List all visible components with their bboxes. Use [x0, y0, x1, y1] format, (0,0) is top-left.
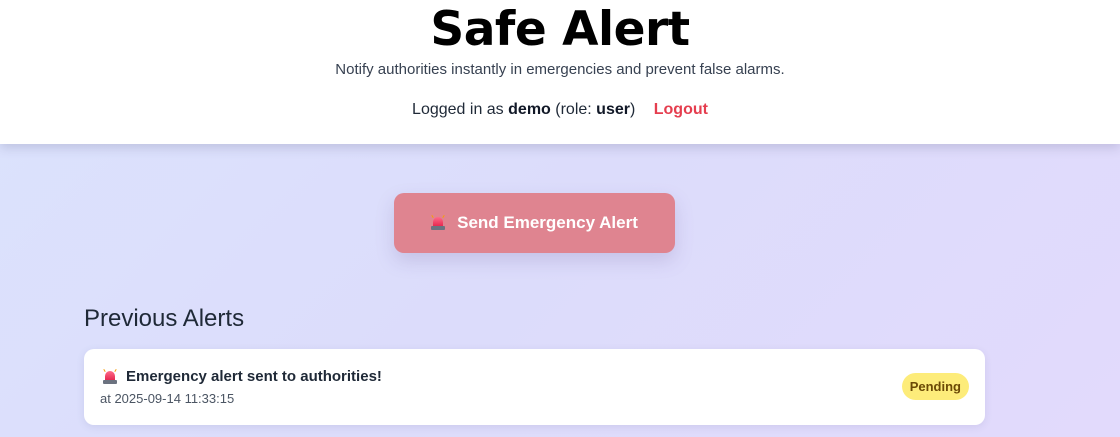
previous-alerts-heading: Previous Alerts — [84, 305, 245, 332]
page-title: Safe Alert — [430, 2, 690, 57]
logged-in-label: Logged in as — [412, 101, 504, 118]
status-badge: Pending — [901, 373, 969, 400]
alert-message-text: Emergency alert sent to authorities! — [126, 368, 382, 385]
page-subtitle: Notify authorities instantly in emergenc… — [335, 61, 785, 78]
user-info-bar: Logged in as demo (role: user) Logout — [0, 99, 1120, 121]
siren-icon — [431, 214, 446, 231]
role-suffix: ) — [629, 101, 636, 118]
app-header: Safe Alert Notify authorities instantly … — [0, 0, 1120, 144]
alert-timestamp: at 2025-09-14 11:33:15 — [100, 391, 235, 406]
user-role: user — [596, 101, 630, 118]
siren-icon — [103, 368, 117, 385]
send-emergency-alert-button[interactable]: Send Emergency Alert — [394, 193, 675, 253]
alert-list-item: Emergency alert sent to authorities! at … — [84, 349, 985, 425]
logout-link[interactable]: Logout — [654, 101, 708, 118]
role-prefix: (role: — [555, 101, 592, 118]
username: demo — [508, 101, 551, 118]
send-button-label: Send Emergency Alert — [457, 213, 638, 232]
alert-message: Emergency alert sent to authorities! — [103, 367, 382, 387]
